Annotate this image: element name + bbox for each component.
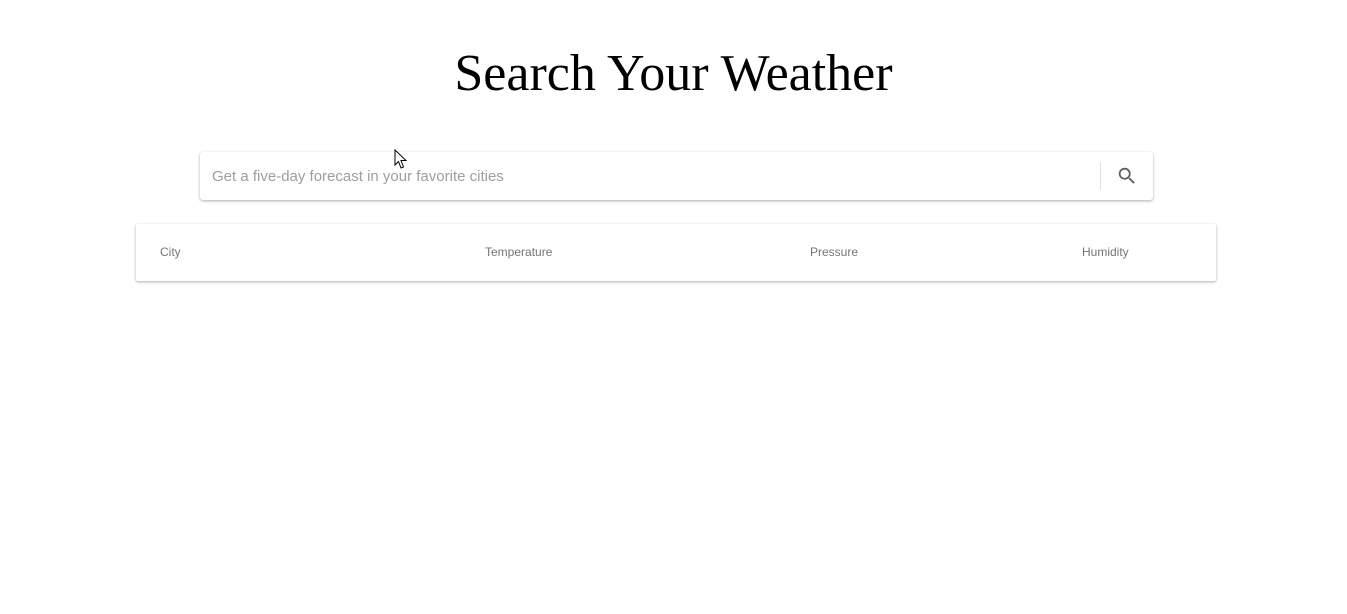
- column-header-city[interactable]: City: [160, 244, 181, 260]
- column-header-pressure[interactable]: Pressure: [810, 244, 858, 260]
- search-bar: [200, 152, 1153, 200]
- column-header-temperature[interactable]: Temperature: [485, 244, 552, 260]
- column-header-humidity[interactable]: Humidity: [1082, 244, 1129, 260]
- search-button[interactable]: [1101, 152, 1153, 200]
- page-title: Search Your Weather: [454, 45, 893, 102]
- weather-table: City Temperature Pressure Humidity: [136, 224, 1216, 281]
- mouse-cursor-icon: [394, 149, 408, 169]
- search-input[interactable]: [200, 152, 1100, 200]
- search-icon: [1118, 167, 1135, 184]
